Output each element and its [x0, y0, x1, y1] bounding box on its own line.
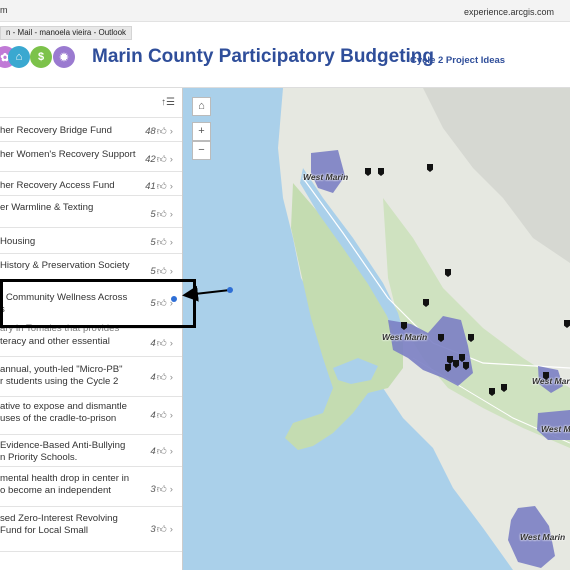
chevron-right-icon[interactable]: › — [170, 126, 173, 137]
chevron-right-icon[interactable]: › — [170, 410, 173, 421]
map-label-west-marin: West Marin — [520, 532, 566, 542]
browser-tab-label[interactable]: m — [0, 5, 8, 15]
list-item[interactable]: Evidence-Based Anti-Bullying n Priority … — [0, 435, 182, 467]
list-item[interactable]: sed Zero-Interest Revolving Fund for Loc… — [0, 507, 182, 552]
list-item[interactable]: History & Preservation Society 5👍︎ › — [0, 254, 182, 282]
map-canvas[interactable] — [183, 88, 570, 570]
zoom-in-button[interactable]: + — [192, 122, 211, 141]
vote-count: 3 — [150, 484, 156, 495]
thumbs-up-icon[interactable]: 👍︎ — [157, 154, 167, 165]
chevron-right-icon[interactable]: › — [170, 524, 173, 535]
list-header: ↑☰ — [0, 88, 182, 118]
list-item-title: her Recovery Bridge Fund — [0, 125, 112, 136]
map-label-west-marin: West Marin — [382, 332, 428, 342]
chevron-right-icon[interactable]: › — [170, 338, 173, 349]
map-view[interactable]: ⌂ + − West Marin West Marin West Marin W… — [183, 88, 570, 570]
chevron-right-icon[interactable]: › — [170, 154, 173, 165]
chevron-right-icon[interactable]: › — [170, 266, 173, 277]
list-item-title: er Warmline & Texting — [0, 202, 94, 213]
vote-count: 42 — [145, 154, 156, 165]
list-item-title-line2: uses of the cradle-to-prison — [0, 413, 117, 424]
gear-icon: ✹ — [53, 46, 75, 68]
vote-count: 5 — [150, 237, 156, 248]
vote-count: 3 — [150, 524, 156, 535]
thumbs-up-icon[interactable]: 👍︎ — [157, 126, 167, 137]
thumbs-up-icon[interactable]: 👍︎ — [157, 266, 167, 277]
sort-icon[interactable]: ↑☰ — [161, 97, 175, 108]
thumbs-up-icon[interactable]: 👍︎ — [157, 446, 167, 457]
project-list-panel: ↑☰ her Recovery Bridge Fund 48👍︎ › her Wo… — [0, 88, 183, 570]
chevron-right-icon[interactable]: › — [170, 237, 173, 248]
home-icon: ⌂ — [8, 46, 30, 68]
list-item-title-line2: r students using the Cycle 2 — [0, 376, 119, 387]
thumbs-up-icon[interactable]: 👍︎ — [157, 410, 167, 421]
page-title: Marin County Participatory Budgeting — [92, 46, 435, 67]
list-item-title-line2: Fund for Local Small — [0, 525, 88, 536]
vote-count: 48 — [145, 126, 156, 137]
browser-toolbar: m experience.arcgis.com — [0, 0, 570, 22]
list-item-title-line2: o become an independent — [0, 485, 111, 496]
home-button[interactable]: ⌂ — [192, 97, 211, 116]
thumbs-up-icon[interactable]: 👍︎ — [157, 524, 167, 535]
money-icon: $ — [30, 46, 52, 68]
chevron-right-icon[interactable]: › — [170, 181, 173, 192]
vote-count: 4 — [150, 338, 156, 349]
map-label-west-marin: West Marin — [541, 424, 570, 434]
list-item[interactable]: her Recovery Access Fund 41👍︎ › — [0, 172, 182, 196]
vote-count: 4 — [150, 372, 156, 383]
chevron-right-icon[interactable]: › — [170, 209, 173, 220]
thumbs-up-icon[interactable]: 👍︎ — [157, 237, 167, 248]
thumbs-up-icon[interactable]: 👍︎ — [157, 338, 167, 349]
vote-count: 5 — [150, 209, 156, 220]
vote-count: 41 — [145, 181, 156, 192]
thumbs-up-icon[interactable]: 👍︎ — [157, 209, 167, 220]
list-item-title: sed Zero-Interest Revolving — [0, 513, 118, 524]
list-item[interactable]: mental health drop in center in o become… — [0, 467, 182, 507]
list-item[interactable]: ary in Tomales that provides teracy and … — [0, 323, 182, 357]
thumbs-up-icon[interactable]: 👍︎ — [157, 372, 167, 383]
list-item-title: History & Preservation Society — [0, 260, 130, 271]
vote-count: 4 — [150, 410, 156, 421]
list-item-title: ative to expose and dismantle — [0, 401, 127, 412]
list-item-title: her Recovery Access Fund — [0, 180, 115, 191]
zoom-out-button[interactable]: − — [192, 141, 211, 160]
list-item[interactable]: her Recovery Bridge Fund 48👍︎ › — [0, 118, 182, 142]
list-item[interactable]: Housing 5👍︎ › — [0, 228, 182, 254]
annotation-highlight-box — [0, 279, 196, 328]
list-item[interactable]: her Women's Recovery Support 42👍︎ › — [0, 142, 182, 172]
chevron-right-icon[interactable]: › — [170, 484, 173, 495]
chevron-right-icon[interactable]: › — [170, 446, 173, 457]
page-subtitle: Cycle 2 Project Ideas — [410, 55, 506, 66]
list-item-title-line2: n Priority Schools. — [0, 452, 78, 463]
list-item[interactable]: annual, youth-led "Micro-PB" r students … — [0, 357, 182, 397]
vote-count: 4 — [150, 446, 156, 457]
map-label-west-marin: West Marin — [303, 172, 349, 182]
list-item-title: annual, youth-led "Micro-PB" — [0, 364, 123, 375]
url-bar[interactable]: experience.arcgis.com — [464, 7, 554, 17]
list-item-title: her Women's Recovery Support — [0, 149, 136, 160]
chevron-right-icon[interactable]: › — [170, 372, 173, 383]
thumbs-up-icon[interactable]: 👍︎ — [157, 484, 167, 495]
vote-count: 5 — [150, 266, 156, 277]
map-label-west-marin: West Marin — [532, 376, 570, 386]
list-item-title-line2: teracy and other essential — [0, 336, 110, 347]
thumbs-up-icon[interactable]: 👍︎ — [157, 181, 167, 192]
list-item-title: Evidence-Based Anti-Bullying — [0, 440, 126, 451]
list-item[interactable]: er Warmline & Texting 5👍︎ › — [0, 196, 182, 228]
list-item-title: mental health drop in center in — [0, 473, 130, 484]
tab-tooltip: n - Mail - manoela vieira - Outlook — [0, 26, 133, 40]
list-item[interactable]: ative to expose and dismantle uses of th… — [0, 397, 182, 435]
list-item-title: Housing — [0, 236, 36, 247]
